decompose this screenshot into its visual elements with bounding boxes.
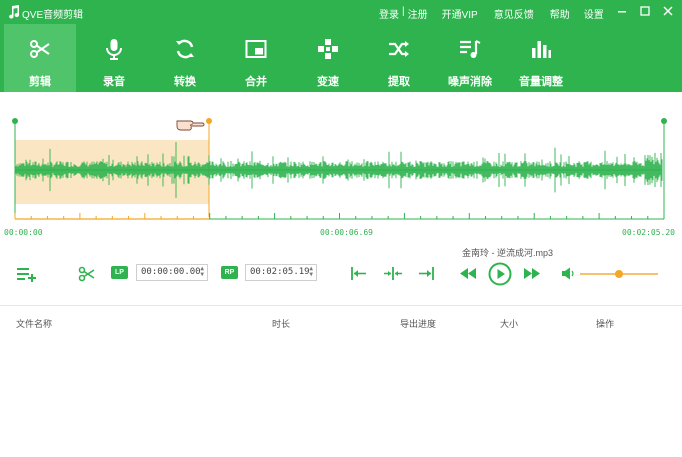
jump-to-end-icon[interactable] bbox=[417, 266, 435, 281]
tool-label: 提取 bbox=[388, 76, 410, 88]
jump-to-start-icon[interactable] bbox=[350, 266, 368, 281]
login-link[interactable]: 登录 bbox=[379, 6, 399, 21]
playback-controls: 金南玲 - 逆流成河.mp3 LP 00:00:00.00 ▲ ▼ RP 00:0… bbox=[0, 242, 682, 304]
minimize-icon[interactable] bbox=[614, 3, 630, 19]
column-file-name: 文件名称 bbox=[16, 319, 53, 329]
noise-removal-icon bbox=[460, 40, 481, 58]
open-vip-link[interactable]: 开通VIP bbox=[442, 6, 478, 21]
rewind-icon[interactable] bbox=[459, 267, 477, 280]
tool-speed[interactable]: 变速 bbox=[292, 24, 364, 92]
tool-label: 转换 bbox=[174, 76, 196, 88]
close-icon[interactable] bbox=[660, 3, 676, 19]
title-bar: QVE音频剪辑 登录 | 注册 开通VIP 意见反馈 帮助 设置 bbox=[0, 0, 682, 24]
scissors-icon[interactable] bbox=[78, 265, 96, 283]
tool-extract[interactable]: 提取 bbox=[363, 24, 435, 92]
merge-icon bbox=[245, 40, 267, 58]
pointing-hand-icon bbox=[176, 120, 205, 131]
end-handle[interactable] bbox=[661, 118, 667, 124]
tool-merge[interactable]: 合并 bbox=[220, 24, 292, 92]
settings-link[interactable]: 设置 bbox=[584, 6, 604, 21]
tool-record[interactable]: 录音 bbox=[78, 24, 150, 92]
add-list-icon[interactable] bbox=[16, 266, 38, 282]
start-time-input[interactable]: 00:00:00.00 ▲ ▼ bbox=[136, 264, 208, 281]
help-link[interactable]: 帮助 bbox=[550, 6, 570, 21]
register-link[interactable]: 注册 bbox=[408, 6, 428, 21]
play-icon[interactable] bbox=[488, 262, 512, 286]
waveform-panel: 00:00:00 00:00:06.69 00:02:05.20 bbox=[0, 92, 682, 242]
time-ruler bbox=[14, 213, 665, 219]
start-handle[interactable] bbox=[12, 118, 18, 124]
convert-icon bbox=[176, 39, 194, 59]
app-title: QVE音频剪辑 bbox=[22, 10, 84, 21]
tool-label: 合并 bbox=[245, 76, 267, 88]
time-mid-label: 00:00:06.69 bbox=[320, 228, 373, 237]
extract-icon bbox=[389, 41, 409, 57]
volume-icon[interactable] bbox=[561, 267, 575, 280]
tool-label: 剪辑 bbox=[29, 76, 51, 88]
end-time-input[interactable]: 00:02:05.19 ▲ ▼ bbox=[245, 264, 317, 281]
maximize-icon[interactable] bbox=[637, 3, 653, 19]
current-filename: 金南玲 - 逆流成河.mp3 bbox=[462, 248, 554, 258]
time-start-label: 00:00:00 bbox=[4, 228, 43, 237]
scissors-icon bbox=[30, 40, 50, 58]
tool-label: 变速 bbox=[317, 76, 339, 88]
spinner-arrows-icon[interactable]: ▲ ▼ bbox=[309, 266, 313, 278]
rp-tag[interactable]: RP bbox=[221, 266, 238, 279]
volume-adjust-icon bbox=[532, 41, 551, 58]
microphone-icon bbox=[106, 39, 122, 60]
waveform-canvas[interactable] bbox=[0, 92, 682, 242]
volume-slider[interactable] bbox=[580, 270, 658, 278]
fast-forward-icon[interactable] bbox=[523, 267, 541, 280]
tool-convert[interactable]: 转换 bbox=[149, 24, 221, 92]
music-note-icon bbox=[9, 5, 20, 19]
tool-cut[interactable]: 剪辑 bbox=[4, 24, 76, 92]
time-end-label: 00:02:05.20 bbox=[622, 228, 675, 237]
playhead-handle[interactable] bbox=[206, 118, 212, 124]
tool-label: 音量调整 bbox=[519, 76, 563, 88]
column-size: 大小 bbox=[500, 319, 519, 329]
speed-icon bbox=[318, 39, 338, 59]
tool-label: 噪声消除 bbox=[448, 76, 492, 88]
tool-volume-adjust[interactable]: 音量调整 bbox=[505, 24, 577, 92]
feedback-link[interactable]: 意见反馈 bbox=[494, 6, 534, 21]
start-time-value: 00:00:00.00 bbox=[141, 267, 201, 277]
main-toolbar: 剪辑 录音 转换 合并 变速 提取 噪声消除 音量调整 bbox=[0, 24, 682, 92]
volume-slider-knob[interactable] bbox=[615, 270, 623, 278]
spinner-arrows-icon[interactable]: ▲ ▼ bbox=[200, 266, 204, 278]
link-separator: | bbox=[402, 6, 405, 17]
lp-tag[interactable]: LP bbox=[111, 266, 128, 279]
jump-to-middle-icon[interactable] bbox=[383, 266, 403, 281]
column-duration: 时长 bbox=[272, 319, 291, 329]
column-export-progress: 导出进度 bbox=[400, 319, 437, 329]
end-time-value: 00:02:05.19 bbox=[250, 267, 310, 277]
column-actions: 操作 bbox=[596, 319, 615, 329]
tool-noise-removal[interactable]: 噪声消除 bbox=[434, 24, 506, 92]
tool-label: 录音 bbox=[103, 76, 125, 88]
file-table-header: 文件名称 时长 导出进度 大小 操作 bbox=[0, 305, 682, 335]
file-table-body bbox=[0, 335, 682, 457]
